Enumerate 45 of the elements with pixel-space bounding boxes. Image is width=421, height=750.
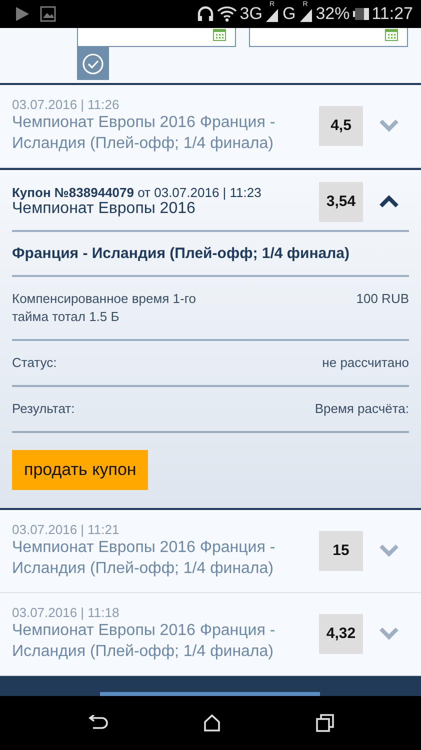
wifi-icon	[216, 6, 237, 22]
detail-value: Время расчёта:	[314, 400, 409, 418]
coupon-date: 03.07.2016 | 11:21	[12, 522, 120, 538]
coupon-row[interactable]: 03.07.2016 | 11:26 Чемпионат Европы 2016 Франция - Исландия (Плей-офф; 1/4 финала) 4,5	[0, 84, 421, 168]
coupon-date: 03.07.2016 | 11:26	[12, 97, 120, 112]
expand-chevron-icon[interactable]	[379, 119, 399, 132]
odds-value: 15	[319, 530, 363, 571]
calendar-icon	[213, 29, 226, 42]
battery-percent: 32%	[316, 4, 350, 24]
recent-apps-icon[interactable]	[316, 714, 334, 732]
stake-amount: 100 RUB	[356, 290, 409, 308]
battery-icon	[352, 8, 369, 20]
coupon-title: Чемпионат Европы 2016 Франция - Исландия (Плей-офф; 1/4 финала)	[12, 621, 276, 662]
detail-label: Результат:	[12, 400, 75, 418]
check-circle-icon	[82, 52, 104, 75]
date-field[interactable]	[77, 28, 236, 48]
back-icon[interactable]	[87, 715, 110, 732]
apply-button[interactable]	[77, 47, 109, 80]
coupon-title: Чемпионат Европы 2016 Франция - Исландия (Плей-офф; 1/4 финала)	[12, 538, 276, 580]
coupon-row[interactable]: 03.07.2016 | 11:21 Чемпионат Европы 2016 Франция - Исландия (Плей-офф; 1/4 финала) 15	[0, 510, 421, 593]
home-icon[interactable]	[203, 714, 222, 732]
detail-label: Статус:	[12, 354, 57, 372]
network-type: G	[282, 4, 296, 24]
collapse-chevron-icon[interactable]	[379, 195, 399, 208]
coupon-date: 03.07.2016 | 11:18	[12, 605, 120, 620]
network-type: 3G	[240, 4, 262, 24]
bet-description: Компенсированное время 1-го тайма тотал 1.5 Б	[12, 290, 198, 326]
odds-value: 4,5	[319, 106, 363, 146]
date-field[interactable]	[249, 28, 408, 48]
coupon-row[interactable]: 03.07.2016 | 11:18 Чемпионат Европы 2016 Франция - Исландия (Плей-офф; 1/4 финала) 4,32	[0, 592, 421, 676]
coupon-title: Чемпионат Европы 2016 Франция - Исландия (Плей-офф; 1/4 финала)	[12, 113, 276, 154]
clock: 11:27	[372, 4, 413, 24]
headphones-icon	[196, 6, 214, 22]
expand-chevron-icon[interactable]	[379, 544, 399, 558]
coupon-header: Купон №838944079 от 03.07.2016 | 11:23	[12, 185, 262, 200]
image-icon	[40, 6, 56, 22]
odds-value: 3,54	[319, 182, 363, 222]
coupon-title: Чемпионат Европы 2016	[12, 200, 196, 218]
expand-chevron-icon[interactable]	[379, 627, 399, 640]
play-icon	[14, 6, 30, 22]
calendar-icon	[385, 29, 398, 42]
sell-coupon-button[interactable]: продать купон	[12, 450, 148, 490]
detail-value: не рассчитано	[322, 354, 409, 372]
match-title: Франция - Исландия (Плей-офф; 1/4 финала)	[12, 244, 350, 264]
odds-value: 4,32	[319, 614, 363, 654]
